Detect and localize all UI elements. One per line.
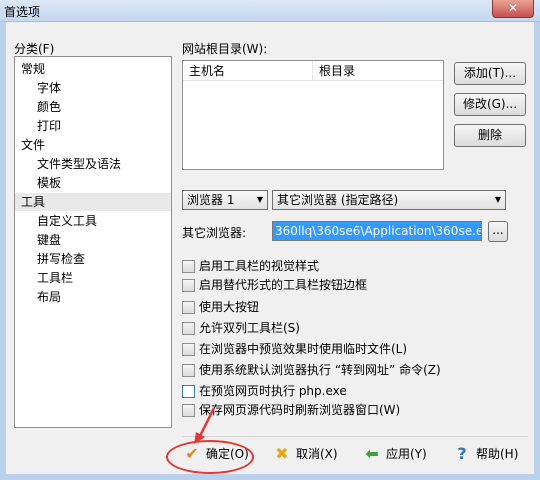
tree-item-toolbar[interactable]: 工具栏 bbox=[37, 269, 73, 287]
checkbox[interactable] bbox=[182, 279, 195, 292]
tree-item-file[interactable]: 文件 bbox=[21, 136, 45, 154]
option-label: 启用工具栏的视觉样式 bbox=[199, 259, 320, 273]
dialog-body: 分类(F) 常规 字体 颜色 打印 文件 文件类型及语法 模板 工具 自定义工具… bbox=[6, 22, 534, 474]
title-bar: 首选项 ✕ bbox=[0, 0, 540, 22]
checkbox[interactable] bbox=[182, 260, 195, 273]
green-arrow-icon: ⬅ bbox=[365, 444, 379, 463]
tree-item-template[interactable]: 模板 bbox=[37, 174, 61, 192]
option-label: 在浏览器中预览效果时使用临时文件(L) bbox=[199, 342, 408, 356]
checkbox[interactable] bbox=[182, 385, 195, 398]
other-browser-path-input[interactable]: 360llq\360se6\Application\360se.exe bbox=[272, 221, 482, 241]
root-dir-label: 网站根目录(W): bbox=[182, 42, 268, 56]
category-tree[interactable]: 常规 字体 颜色 打印 文件 文件类型及语法 模板 工具 自定义工具 键盘 拼写… bbox=[14, 56, 172, 428]
apply-button[interactable]: ⬅ 应用(Y) bbox=[362, 442, 428, 466]
tree-item-keyboard[interactable]: 键盘 bbox=[37, 231, 61, 249]
browser-select-value: 浏览器 1 bbox=[187, 193, 235, 207]
tree-item-spellcheck[interactable]: 拼写检查 bbox=[37, 250, 85, 268]
delete-button[interactable]: 删除 bbox=[454, 124, 526, 147]
chevron-down-icon: ▼ bbox=[494, 195, 502, 204]
tree-item-general[interactable]: 常规 bbox=[21, 60, 45, 78]
browser-select[interactable]: 浏览器 1 ▼ bbox=[182, 190, 268, 210]
browser-type-select-value: 其它浏览器 (指定路径) bbox=[277, 193, 399, 207]
root-dir-list[interactable]: 主机名 根目录 bbox=[182, 60, 444, 170]
question-icon: ? bbox=[457, 444, 467, 463]
option-label: 在预览网页时执行 php.exe bbox=[199, 384, 347, 398]
other-browser-label: 其它浏览器: bbox=[182, 226, 247, 240]
tree-item-font[interactable]: 字体 bbox=[37, 79, 61, 97]
checkbox[interactable] bbox=[182, 343, 195, 356]
chevron-down-icon: ▼ bbox=[256, 195, 264, 204]
list-header: 主机名 根目录 bbox=[183, 61, 443, 81]
tree-item-file-types[interactable]: 文件类型及语法 bbox=[37, 155, 121, 173]
option-label: 保存网页源代码时刷新浏览器窗口(W) bbox=[199, 403, 401, 417]
option-label: 启用替代形式的工具栏按钮边框 bbox=[199, 278, 368, 292]
checkbox[interactable] bbox=[182, 301, 195, 314]
checkbox[interactable] bbox=[182, 364, 195, 377]
close-button[interactable]: ✕ bbox=[492, 0, 534, 18]
cross-icon: ✖ bbox=[275, 444, 289, 463]
tree-item-color[interactable]: 颜色 bbox=[37, 98, 61, 116]
category-label: 分类(F) bbox=[14, 42, 55, 56]
option-label: 使用大按钮 bbox=[199, 300, 260, 314]
help-label: 帮助(H) bbox=[476, 447, 519, 461]
tree-item-custom-tools[interactable]: 自定义工具 bbox=[37, 212, 97, 230]
help-button[interactable]: ? 帮助(H) bbox=[452, 442, 522, 466]
cancel-label: 取消(X) bbox=[296, 447, 338, 461]
column-hostname[interactable]: 主机名 bbox=[183, 61, 313, 81]
add-button[interactable]: 添加(T)... bbox=[454, 62, 526, 85]
other-browser-path-value: 360llq\360se6\Application\360se.exe bbox=[273, 222, 481, 240]
cancel-button[interactable]: ✖ 取消(X) bbox=[272, 442, 338, 466]
tree-item-tools[interactable]: 工具 bbox=[15, 193, 171, 211]
checkbox[interactable] bbox=[182, 322, 195, 335]
option-label: 使用系统默认浏览器执行 “转到网址” 命令(Z) bbox=[199, 363, 441, 377]
option-label: 允许双列工具栏(S) bbox=[199, 321, 300, 335]
browser-type-select[interactable]: 其它浏览器 (指定路径) ▼ bbox=[272, 190, 506, 210]
browse-button[interactable]: ... bbox=[488, 221, 508, 242]
edit-button[interactable]: 修改(G)... bbox=[454, 93, 526, 116]
window-title: 首选项 bbox=[4, 5, 41, 19]
annotation-arrow-icon bbox=[194, 407, 216, 444]
apply-label: 应用(Y) bbox=[386, 447, 427, 461]
column-root-dir[interactable]: 根目录 bbox=[313, 61, 443, 81]
footer-divider bbox=[182, 436, 528, 437]
tree-item-layout[interactable]: 布局 bbox=[37, 288, 61, 306]
close-icon: ✕ bbox=[507, 1, 519, 15]
tree-item-print[interactable]: 打印 bbox=[37, 117, 61, 135]
